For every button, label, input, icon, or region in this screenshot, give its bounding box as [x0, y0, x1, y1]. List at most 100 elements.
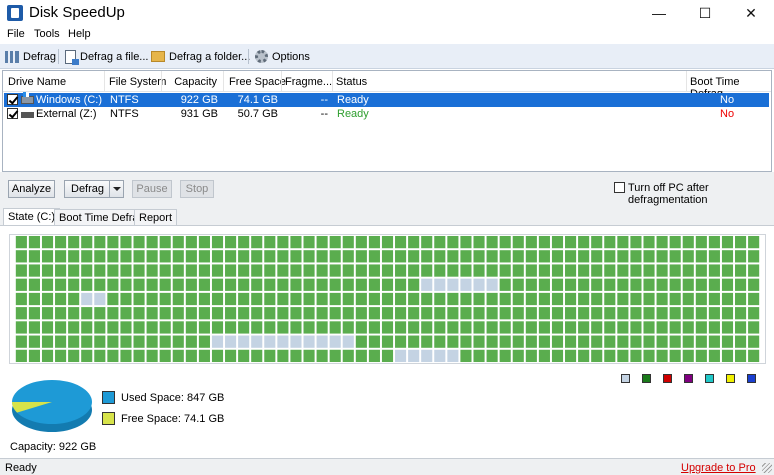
cluster-block	[159, 235, 171, 249]
cluster-block	[656, 264, 668, 277]
cluster-block	[551, 235, 564, 249]
cluster-block	[748, 307, 760, 320]
cluster-block	[643, 335, 655, 348]
legend-color-square	[642, 374, 651, 383]
defrag-file-button[interactable]: Defrag a file...	[65, 48, 148, 65]
pause-button[interactable]: Pause	[132, 180, 172, 198]
col-status[interactable]: Status	[336, 76, 367, 88]
app-icon	[7, 5, 23, 21]
cluster-block	[133, 235, 145, 249]
defrag-split-button[interactable]: Defrag	[64, 180, 124, 198]
column-divider[interactable]	[104, 71, 105, 92]
menu-file[interactable]: File	[7, 28, 25, 40]
drive-checkbox-c[interactable]	[7, 94, 18, 105]
cluster-block	[368, 264, 380, 277]
cluster-block	[146, 235, 158, 249]
cluster-block	[591, 278, 603, 291]
cluster-block	[329, 335, 341, 348]
cluster-block	[721, 278, 734, 291]
cluster-block	[735, 250, 747, 263]
cluster-block	[133, 335, 145, 348]
stop-button[interactable]: Stop	[180, 180, 214, 198]
resize-grip-icon[interactable]	[762, 463, 772, 473]
turn-off-label[interactable]: Turn off PC after defragmentation	[628, 182, 774, 206]
cluster-block	[355, 264, 367, 277]
tab-state[interactable]: State (C:)	[3, 208, 61, 226]
cluster-block	[342, 349, 354, 363]
minimize-button[interactable]: —	[636, 0, 682, 26]
cluster-block	[94, 235, 106, 249]
drive-status: Ready	[337, 108, 369, 120]
close-button[interactable]: ✕	[728, 0, 774, 26]
col-fragmentation[interactable]: Fragme...	[285, 76, 332, 88]
column-divider[interactable]	[281, 71, 282, 92]
column-divider[interactable]	[332, 71, 333, 92]
defrag-folder-button[interactable]: Defrag a folder...	[151, 48, 250, 65]
col-capacity[interactable]: Capacity	[168, 76, 217, 88]
chevron-down-icon[interactable]	[109, 181, 123, 197]
cluster-block	[211, 321, 224, 334]
cluster-block	[682, 250, 694, 263]
cluster-block	[264, 264, 276, 277]
cluster-block	[159, 335, 171, 348]
drive-capacity: 922 GB	[180, 94, 218, 106]
cluster-block	[460, 292, 472, 306]
cluster-block	[512, 278, 524, 291]
upgrade-link[interactable]: Upgrade to Pro	[681, 462, 756, 474]
cluster-block	[735, 264, 747, 277]
cluster-block	[355, 335, 367, 348]
cluster-block	[172, 321, 184, 334]
cluster-block	[264, 292, 276, 306]
drive-row-z[interactable]: External (Z:) NTFS 931 GB 50.7 GB -- Rea…	[4, 107, 769, 121]
cluster-block	[264, 321, 276, 334]
cluster-block	[486, 292, 498, 306]
cluster-block	[735, 349, 747, 363]
cluster-block	[329, 278, 341, 291]
column-divider[interactable]	[686, 71, 687, 92]
cluster-block	[434, 292, 446, 306]
cluster-block	[368, 292, 380, 306]
col-drive-name[interactable]: Drive Name	[8, 76, 66, 88]
toolbar-separator	[248, 49, 249, 64]
cluster-block	[355, 307, 367, 320]
drive-checkbox-z[interactable]	[7, 108, 18, 119]
defrag-file-label: Defrag a file...	[80, 50, 149, 63]
cluster-block	[512, 235, 524, 249]
cluster-block	[68, 335, 80, 348]
defrag-toolbar-button[interactable]: Defrag	[5, 48, 56, 65]
col-file-system[interactable]: File System	[109, 76, 166, 88]
cluster-block	[565, 349, 577, 363]
cluster-block	[421, 321, 433, 334]
cluster-block	[748, 335, 760, 348]
cluster-block	[68, 349, 80, 363]
cluster-block	[342, 235, 354, 249]
cluster-block	[578, 349, 590, 363]
tab-report[interactable]: Report	[134, 209, 178, 226]
cluster-block	[538, 235, 550, 249]
cluster-block	[708, 264, 720, 277]
cluster-block	[41, 349, 54, 363]
maximize-button[interactable]: ☐	[682, 0, 728, 26]
window-title: Disk SpeedUp	[29, 4, 125, 21]
menu-help[interactable]: Help	[68, 28, 91, 40]
cluster-block	[342, 278, 354, 291]
analyze-button[interactable]: Analyze	[8, 180, 55, 198]
cluster-block	[695, 321, 707, 334]
cluster-block	[499, 278, 511, 291]
cluster-block	[316, 307, 328, 320]
column-divider[interactable]	[223, 71, 224, 92]
cluster-block	[617, 307, 629, 320]
cluster-block	[604, 278, 616, 291]
cluster-block	[538, 307, 550, 320]
turn-off-checkbox[interactable]	[614, 182, 625, 193]
col-free-space[interactable]: Free Space	[229, 76, 286, 88]
defrag-toolbar-label: Defrag	[23, 50, 57, 63]
cluster-block	[656, 278, 668, 291]
options-button[interactable]: Options	[255, 48, 310, 65]
options-label: Options	[272, 50, 310, 63]
drive-row-c[interactable]: Windows (C:) NTFS 922 GB 74.1 GB -- Read…	[4, 92, 769, 107]
menu-tools[interactable]: Tools	[34, 28, 60, 40]
cluster-block	[395, 235, 407, 249]
menu-bar: File Tools Help	[0, 26, 774, 44]
column-divider[interactable]	[161, 71, 162, 92]
